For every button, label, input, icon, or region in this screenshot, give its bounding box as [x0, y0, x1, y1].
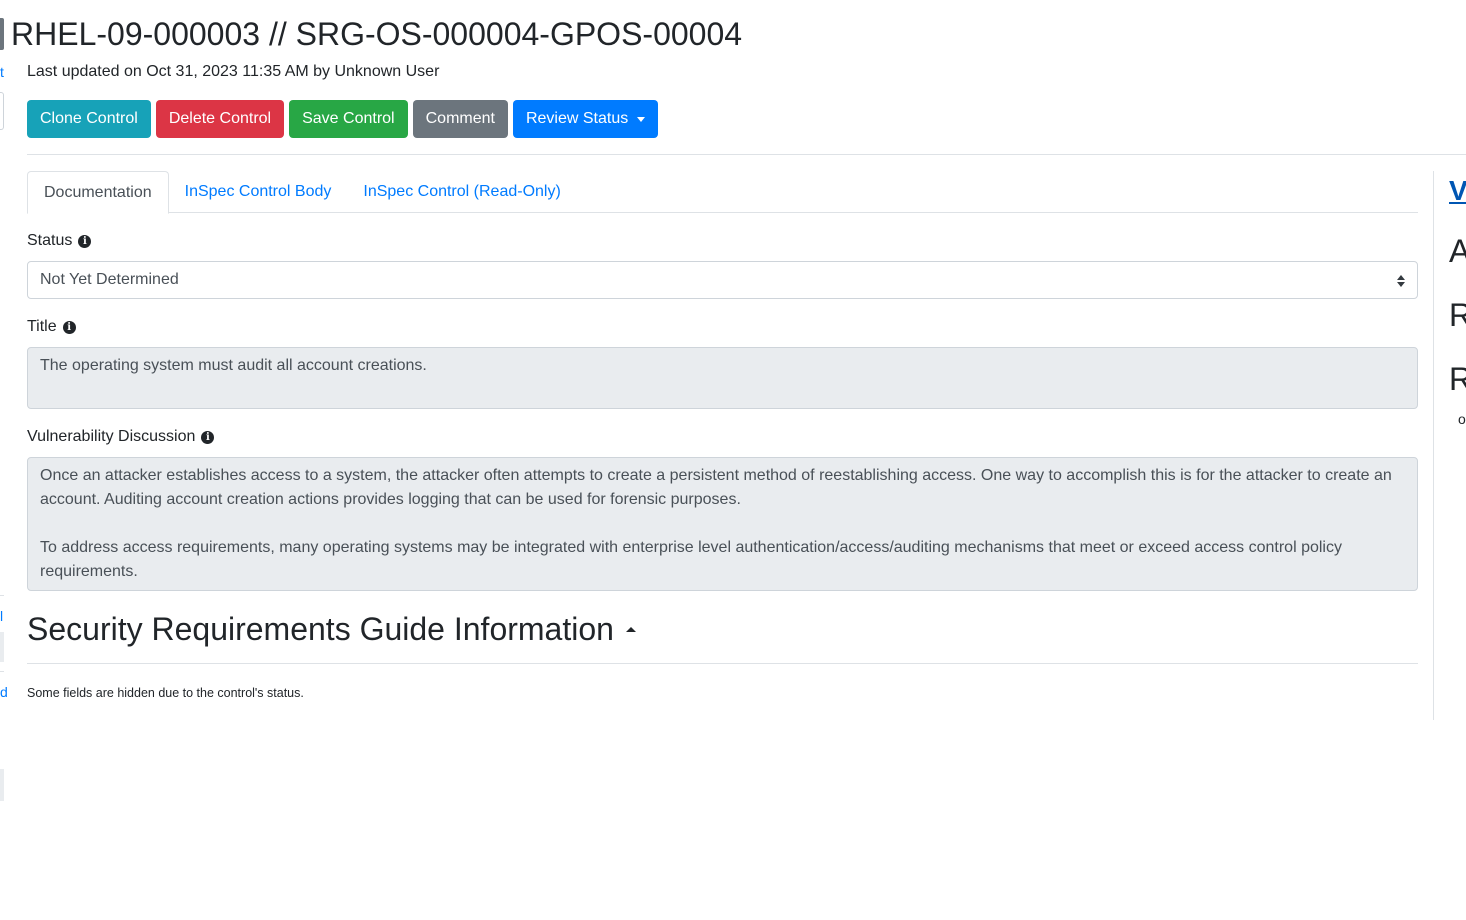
vulnerability-paragraph: Once an attacker establishes access to a…	[40, 467, 1392, 508]
caret-down-icon	[637, 116, 646, 122]
tab-inspec-control-read-only[interactable]: InSpec Control (Read-Only)	[347, 171, 576, 213]
vulnerability-discussion-label-row: Vulnerability Discussion i	[27, 427, 215, 447]
info-circle-icon[interactable]: i	[201, 430, 215, 444]
delete-control-button[interactable]: Delete Control	[155, 100, 285, 138]
right-panel-link-fragment[interactable]: V	[1449, 175, 1466, 207]
control-title: RHEL-09-000003 // SRG-OS-000004-GPOS-000…	[11, 16, 743, 52]
sidebar-row-edge	[0, 769, 4, 801]
sidebar-tab-edge	[0, 18, 4, 50]
caret-up-icon	[625, 626, 636, 632]
info-circle-icon[interactable]: i	[62, 320, 76, 334]
right-panel-heading-fragment: R	[1449, 297, 1466, 333]
vulnerability-discussion-field[interactable]: Once an attacker establishes access to a…	[27, 457, 1418, 591]
sidebar-input-edge[interactable]	[0, 92, 4, 130]
sidebar-link-fragment[interactable]: d	[0, 684, 8, 700]
title-field[interactable]: The operating system must audit all acco…	[27, 347, 1418, 409]
header-divider	[27, 154, 1466, 155]
sort-icon	[1397, 275, 1405, 287]
right-panel-heading-fragment: R	[1449, 361, 1466, 397]
control-editor: Documentation InSpec Control Body InSpec…	[27, 171, 1418, 700]
tab-inspec-control-body[interactable]: InSpec Control Body	[169, 171, 348, 213]
sidebar-link-fragment[interactable]: t	[0, 64, 4, 80]
right-panel-edge: V A R R o	[1433, 171, 1466, 720]
left-sidebar-edge: t l d	[0, 0, 8, 920]
save-control-button[interactable]: Save Control	[289, 100, 408, 138]
srg-section-heading[interactable]: Security Requirements Guide Information	[27, 609, 636, 649]
last-updated-text: Last updated on Oct 31, 2023 11:35 AM by…	[27, 63, 440, 80]
status-label: Status	[27, 232, 73, 249]
control-actions: Clone Control Delete Control Save Contro…	[27, 100, 659, 138]
sidebar-divider	[0, 671, 4, 672]
tab-documentation[interactable]: Documentation	[27, 171, 169, 214]
status-select[interactable]: Not Yet Determined	[27, 261, 1418, 299]
srg-heading-text: Security Requirements Guide Information	[27, 611, 614, 647]
sidebar-link-fragment[interactable]: l	[0, 608, 3, 624]
comment-button[interactable]: Comment	[412, 100, 508, 138]
right-panel-heading-fragment: A	[1449, 233, 1466, 269]
review-status-button[interactable]: Review Status	[512, 100, 659, 138]
title-label-row: Title i	[27, 317, 76, 337]
editor-tabs: Documentation InSpec Control Body InSpec…	[27, 171, 1418, 214]
right-panel-text-fragment: o	[1458, 411, 1466, 427]
review-status-label: Review Status	[525, 110, 629, 127]
status-label-row: Status i	[27, 231, 92, 251]
status-selected-value: Not Yet Determined	[40, 271, 179, 288]
srg-divider	[27, 663, 1418, 664]
info-circle-icon[interactable]: i	[78, 234, 92, 248]
hidden-fields-note: Some fields are hidden due to the contro…	[27, 686, 304, 700]
sidebar-divider	[0, 595, 4, 596]
clone-control-button[interactable]: Clone Control	[27, 100, 151, 138]
vulnerability-discussion-label: Vulnerability Discussion	[27, 428, 196, 445]
sidebar-row-edge	[0, 632, 4, 662]
title-label: Title	[27, 318, 57, 335]
vulnerability-paragraph: To address access requirements, many ope…	[40, 539, 1342, 580]
